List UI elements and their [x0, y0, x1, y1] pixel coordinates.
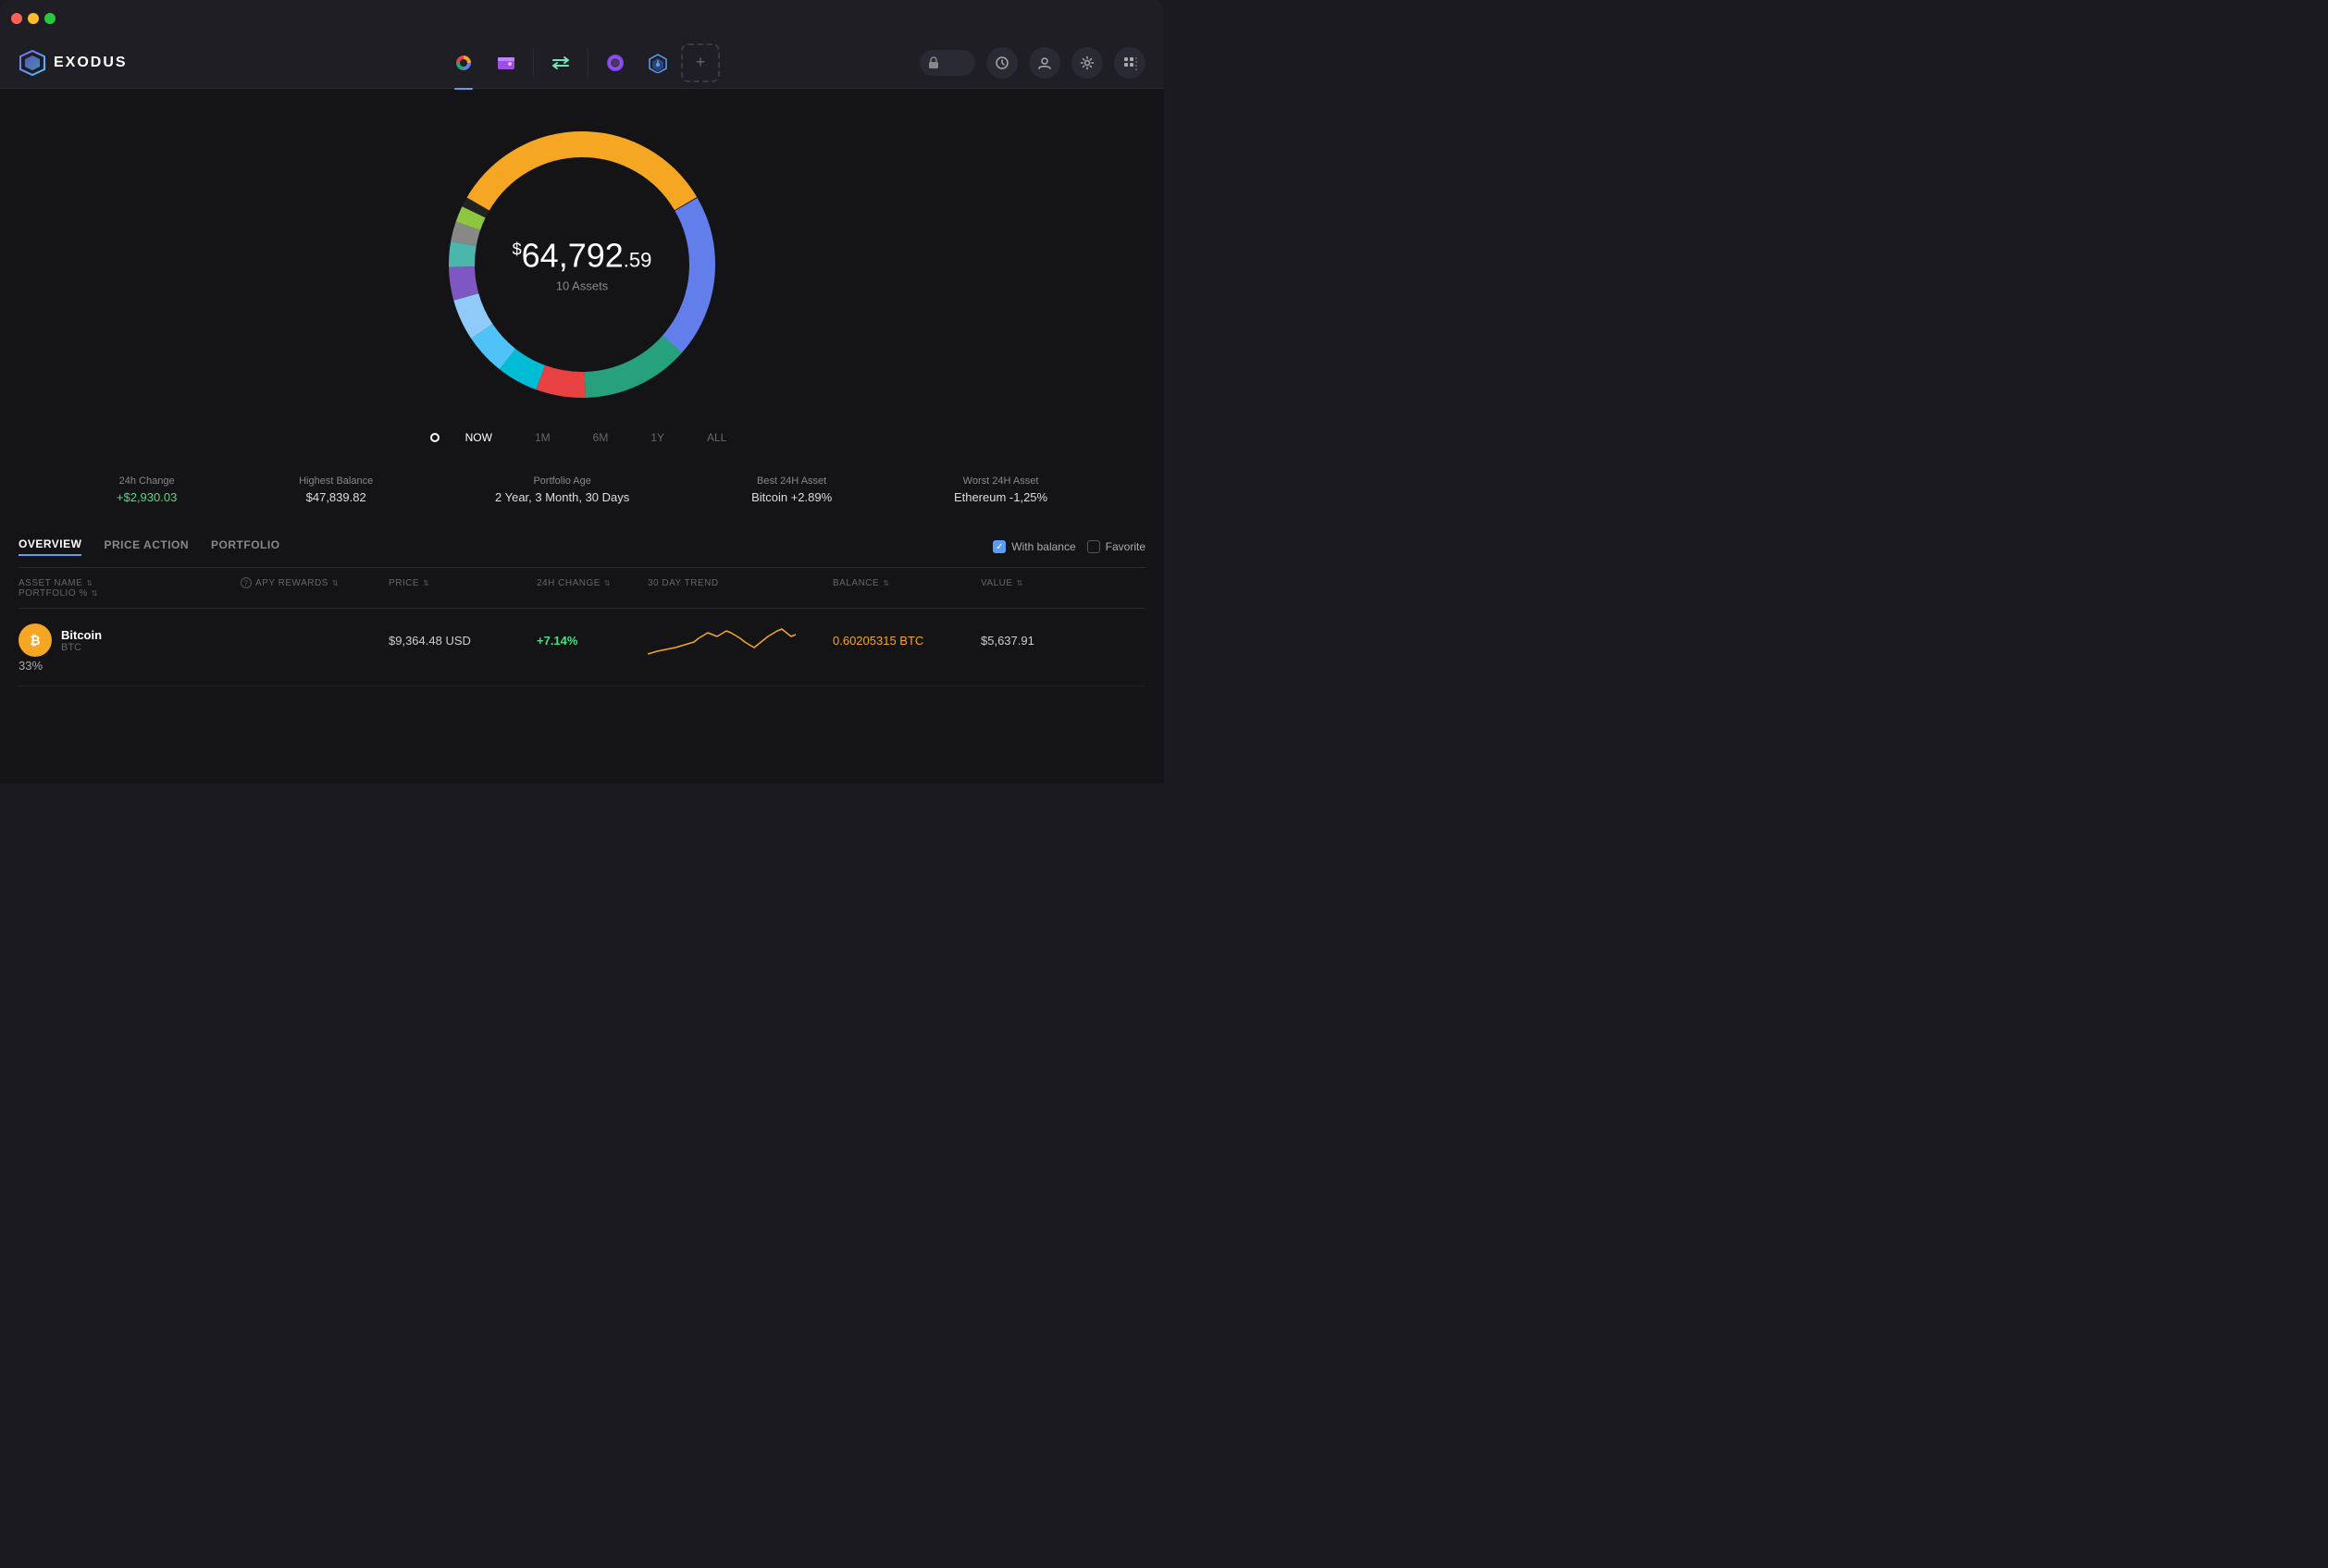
nft-icon: [605, 53, 625, 73]
asset-table-section: OVERVIEW PRICE ACTION PORTFOLIO ✓ With b…: [0, 523, 1164, 686]
donut-center: $64,792.59 10 Assets: [513, 237, 652, 293]
stat-best-asset: Best 24H Asset Bitcoin +2.89%: [751, 475, 832, 504]
th-value[interactable]: VALUE ⇅: [981, 577, 1092, 588]
portfolio-total: $64,792.59: [513, 237, 652, 276]
tab-overview[interactable]: OVERVIEW: [19, 537, 81, 556]
header-right-controls: [920, 47, 1145, 79]
apps-icon: [1122, 56, 1137, 70]
timeline-6m[interactable]: 6M: [586, 427, 616, 448]
favorite-checkbox[interactable]: [1087, 540, 1100, 553]
th-asset-name[interactable]: ASSET NAME ⇅: [19, 577, 241, 588]
timeline-1y[interactable]: 1Y: [643, 427, 672, 448]
maximize-button[interactable]: [44, 13, 56, 24]
history-button[interactable]: [986, 47, 1018, 79]
apps-button[interactable]: [1114, 47, 1145, 79]
nav-tab-exchange[interactable]: [541, 43, 580, 82]
table-header: ASSET NAME ⇅ ? APY REWARDS ⇅ PRICE ⇅ 24H…: [19, 568, 1145, 609]
timeline-now-dot: [430, 433, 440, 442]
asset-cell-bitcoin: ₿ Bitcoin BTC: [19, 623, 241, 657]
logo-text: EXODUS: [54, 55, 128, 71]
nav-tabs: +: [444, 43, 720, 82]
bitcoin-icon: ₿: [19, 623, 52, 657]
asset-name-bitcoin: Bitcoin: [61, 628, 102, 642]
btc-value: $5,637.91: [981, 634, 1092, 648]
filter-with-balance[interactable]: ✓ With balance: [993, 540, 1075, 553]
timeline-now[interactable]: NOW: [458, 427, 500, 448]
chart-section: $64,792.59 10 Assets NOW 1M 6M 1Y ALL: [0, 89, 1164, 466]
exodus-logo-icon: [19, 49, 46, 77]
exchange-icon: [551, 53, 571, 73]
sort-icon-price: ⇅: [423, 579, 429, 587]
table-filters: ✓ With balance Favorite: [993, 540, 1145, 553]
sort-icon-portfolio: ⇅: [92, 589, 98, 598]
timeline-all[interactable]: ALL: [700, 427, 734, 448]
nav-tab-earn[interactable]: [638, 43, 677, 82]
stat-highest-balance: Highest Balance $47,839.82: [299, 475, 373, 504]
assets-count: 10 Assets: [513, 279, 652, 293]
btc-change-24h: +7.14%: [537, 634, 648, 648]
filter-favorite[interactable]: Favorite: [1087, 540, 1145, 553]
account-icon: [1037, 56, 1052, 70]
stat-worst-asset: Worst 24H Asset Ethereum -1,25%: [954, 475, 1047, 504]
btc-balance: 0.60205315 BTC: [833, 634, 981, 648]
add-tab-button[interactable]: +: [681, 43, 720, 82]
sort-icon-asset: ⇅: [86, 579, 93, 587]
nav-divider-1: [533, 49, 534, 77]
nav-tab-portfolio[interactable]: [444, 43, 483, 82]
sort-icon-balance: ⇅: [883, 579, 889, 587]
th-portfolio-pct[interactable]: PORTFOLIO % ⇅: [19, 588, 241, 599]
nav-tab-wallet[interactable]: [487, 43, 526, 82]
lock-button[interactable]: [920, 50, 975, 76]
sort-icon-change: ⇅: [604, 579, 611, 587]
settings-icon: [1080, 56, 1095, 70]
th-24h-change[interactable]: 24H CHANGE ⇅: [537, 577, 648, 588]
th-balance[interactable]: BALANCE ⇅: [833, 577, 981, 588]
timeline: NOW 1M 6M 1Y ALL: [430, 427, 735, 448]
main-content: $64,792.59 10 Assets NOW 1M 6M 1Y ALL 24…: [0, 89, 1164, 784]
th-apy-rewards[interactable]: ? APY REWARDS ⇅: [241, 577, 389, 588]
th-price[interactable]: PRICE ⇅: [389, 577, 537, 588]
with-balance-label: With balance: [1011, 540, 1075, 553]
tab-price-action[interactable]: PRICE ACTION: [104, 538, 189, 555]
settings-button[interactable]: [1071, 47, 1103, 79]
wallet-icon: [496, 53, 516, 73]
header: EXODUS: [0, 37, 1164, 89]
minimize-button[interactable]: [28, 13, 39, 24]
earn-icon: [648, 53, 668, 73]
sort-icon-apy: ⇅: [332, 579, 339, 587]
timeline-1m[interactable]: 1M: [527, 427, 558, 448]
logo[interactable]: EXODUS: [19, 49, 128, 77]
donut-chart: $64,792.59 10 Assets: [434, 117, 730, 413]
btc-sparkline: [648, 622, 833, 659]
btc-portfolio-pct: 33%: [19, 659, 241, 673]
portfolio-icon: [453, 53, 474, 73]
table-tabs-row: OVERVIEW PRICE ACTION PORTFOLIO ✓ With b…: [19, 523, 1145, 568]
with-balance-checkbox[interactable]: ✓: [993, 540, 1006, 553]
stats-row: 24h Change +$2,930.03 Highest Balance $4…: [0, 466, 1164, 523]
sort-icon-value: ⇅: [1017, 579, 1023, 587]
lock-icon: [927, 56, 940, 69]
nav-tab-nft[interactable]: [596, 43, 635, 82]
history-icon: [995, 56, 1009, 70]
account-button[interactable]: [1029, 47, 1060, 79]
close-button[interactable]: [11, 13, 22, 24]
table-row[interactable]: ₿ Bitcoin BTC $9,364.48 USD +7.14% 0.602…: [19, 609, 1145, 686]
stat-24h-change: 24h Change +$2,930.03: [117, 475, 177, 504]
th-30day-trend: 30 DAY TREND: [648, 577, 833, 588]
tab-portfolio[interactable]: PORTFOLIO: [211, 538, 280, 555]
asset-info: Bitcoin BTC: [61, 628, 102, 653]
stat-portfolio-age: Portfolio Age 2 Year, 3 Month, 30 Days: [495, 475, 629, 504]
info-icon: ?: [241, 577, 252, 588]
title-bar: [0, 0, 1164, 37]
btc-sparkline-svg: [648, 622, 796, 659]
traffic-lights: [11, 13, 56, 24]
btc-price: $9,364.48 USD: [389, 634, 537, 648]
asset-ticker-bitcoin: BTC: [61, 642, 102, 653]
favorite-label: Favorite: [1106, 540, 1145, 553]
